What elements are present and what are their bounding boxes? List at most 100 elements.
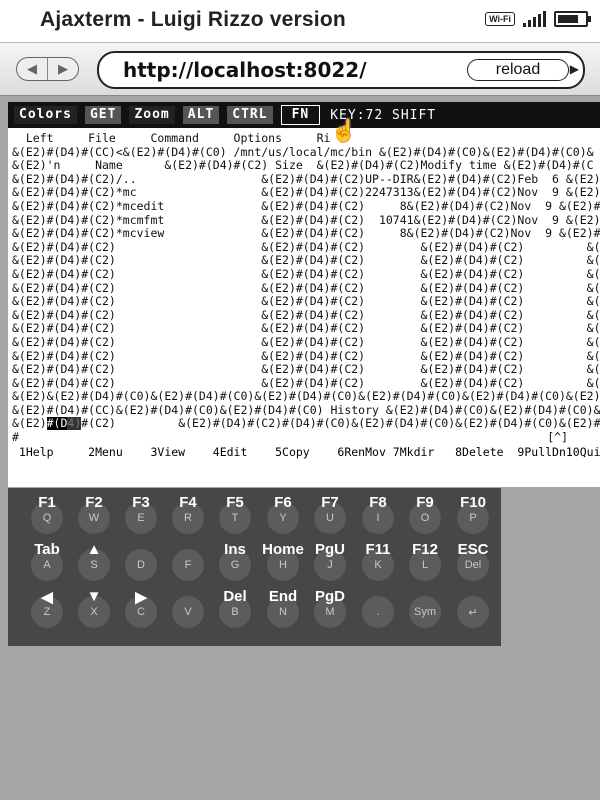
key-letter: Y [279, 512, 287, 524]
key-o[interactable]: O F9 [406, 494, 444, 534]
key-sym[interactable]: Sym [406, 588, 444, 628]
ctrl-button[interactable]: CTRL [227, 106, 273, 124]
terminal-toolbar: Colors GET Zoom ALT CTRL FN KEY:72 SHIFT [8, 102, 600, 128]
status-area: Wi-Fi [485, 11, 591, 27]
key-letter: U [326, 512, 334, 524]
url-text[interactable]: http://localhost:8022/ [123, 58, 367, 82]
key-u[interactable]: U F7 [311, 494, 349, 534]
key-a[interactable]: A Tab [28, 541, 66, 581]
terminal-line: &(E2)#(D4)#(C2) &(E2)#(D4)#(C2) &(E2)#(D… [12, 240, 600, 254]
key-letter: X [90, 606, 98, 618]
terminal-line: &(E2)#(D4)#(C2) &(E2)#(D4)#(C2) &(E2)#(D… [12, 376, 600, 390]
reload-button[interactable]: reload [467, 59, 569, 81]
shell-prompt: # [12, 431, 19, 445]
cursor-line-suffix: #(C2) &(E2)#(D4)#(C2)#(D4)#(C0)&(E2)#(D4… [81, 417, 600, 431]
key-letter: K [374, 559, 382, 571]
key-l[interactable]: L F12 [406, 541, 444, 581]
signal-strength-icon [523, 11, 546, 27]
key-k[interactable]: K F11 [359, 541, 397, 581]
terminal-line: &(E2)#(D4)#(CC)&(E2)#(D4)#(C0)&(E2)#(D4)… [12, 403, 600, 417]
key-letter: I [376, 512, 380, 524]
key-letter: F [184, 559, 192, 571]
key-e[interactable]: E F3 [122, 494, 160, 534]
battery-level [558, 15, 578, 23]
key-letter: Z [43, 606, 51, 618]
key-y[interactable]: Y F6 [264, 494, 302, 534]
key-w[interactable]: W F2 [75, 494, 113, 534]
key-c[interactable]: C ▶ [122, 588, 160, 628]
terminal[interactable]: Colors GET Zoom ALT CTRL FN KEY:72 SHIFT… [8, 102, 600, 487]
key-i[interactable]: I F8 [359, 494, 397, 534]
fn-button[interactable]: FN [280, 105, 321, 125]
key-[interactable]: ↵ [454, 588, 492, 628]
terminal-line: &(E2)#(D4)#(C2) &(E2)#(D4)#(C2) &(E2)#(D… [12, 308, 600, 322]
key-letter: G [230, 559, 240, 571]
key-function-label: ESC [457, 541, 489, 558]
terminal-line: &(E2)#(D4)#(C2) &(E2)#(D4)#(C2) &(E2)#(D… [12, 267, 600, 281]
key-letter: C [137, 606, 145, 618]
key-function-label: PgD [315, 588, 345, 605]
key-[interactable]: . [359, 588, 397, 628]
key-letter: N [279, 606, 287, 618]
key-function-label: ▲ [86, 541, 102, 558]
key-t[interactable]: T F5 [216, 494, 254, 534]
terminal-line: &(E2)#(D4)#(C2)*mcmfmt &(E2)#(D4)#(C2) 1… [12, 213, 600, 227]
key-d[interactable]: D [122, 541, 160, 581]
go-arrow-icon[interactable]: ▶ [570, 62, 579, 76]
key-letter: H [279, 559, 287, 571]
terminal-cursor-line: &(E2)#(D4)#(C2) &(E2)#(D4)#(C2)#(D4)#(C0… [8, 417, 600, 431]
app-title: Ajaxterm - Luigi Rizzo version [40, 8, 346, 31]
key-p[interactable]: P F10 [454, 494, 492, 534]
function-key-bar[interactable]: 1Help 2Menu 3View 4Edit 5Copy 6RenMov 7M… [8, 445, 600, 459]
keyboard-row: Q F1 W F2 E F3 R F4 T F5 Y F6 U F7 I F8 O F9 P F10 [8, 494, 501, 542]
forward-arrow-icon[interactable]: ▶ [47, 58, 78, 80]
key-letter: S [90, 559, 98, 571]
key-f[interactable]: F [169, 541, 207, 581]
pointer-hand-icon: ☝ [330, 118, 358, 143]
cursor-line-prefix: &(E2) [12, 417, 47, 431]
key-letter: O [420, 512, 430, 524]
terminal-line: &(E2)#(D4)#(C2)/.. &(E2)#(D4)#(C2)UP--DI… [12, 172, 600, 186]
alt-button[interactable]: ALT [182, 106, 220, 124]
key-b[interactable]: B Del [216, 588, 254, 628]
key-m[interactable]: M PgD [311, 588, 349, 628]
terminal-line: &(E2)#(D4)#(C2)*mcedit &(E2)#(D4)#(C2) 8… [12, 199, 600, 213]
key-q[interactable]: Q F1 [28, 494, 66, 534]
key-letter: B [231, 606, 239, 618]
key-z[interactable]: Z ◀ [28, 588, 66, 628]
address-bar[interactable]: http://localhost:8022/ reload ▶ [97, 51, 585, 89]
terminal-line: &(E2)#(D4)#(C2) &(E2)#(D4)#(C2) &(E2)#(D… [12, 335, 600, 349]
key-letter: J [327, 559, 333, 571]
key-r[interactable]: R F4 [169, 494, 207, 534]
terminal-line: &(E2)#(D4)#(C2) &(E2)#(D4)#(C2) &(E2)#(D… [12, 295, 600, 309]
onscreen-keyboard: Q F1 W F2 E F3 R F4 T F5 Y F6 U F7 I F8 O F9 P F10 A Tab S ▲ D F G… [8, 488, 501, 646]
terminal-screen: Left File Command Options Ri &(E2)#(D4)#(… [8, 128, 600, 417]
key-h[interactable]: H Home [262, 541, 304, 581]
key-v[interactable]: V [169, 588, 207, 628]
back-arrow-icon[interactable]: ◀ [17, 58, 47, 80]
key-letter: . [376, 606, 380, 618]
key-n[interactable]: N End [264, 588, 302, 628]
title-bar: Ajaxterm - Luigi Rizzo version Wi-Fi [0, 0, 600, 42]
key-g[interactable]: G Ins [216, 541, 254, 581]
terminal-prompt-line: # [^] [8, 431, 600, 445]
key-letter: A [43, 559, 51, 571]
terminal-line: &(E2)'n Name &(E2)#(D4)#(C2) Size &(E2)#… [12, 159, 594, 173]
zoom-button[interactable]: Zoom [129, 106, 175, 124]
cursor-highlight: #(D [46, 417, 68, 431]
key-del[interactable]: Del ESC [454, 541, 492, 581]
cursor-highlight-tail: 4) [67, 417, 82, 431]
terminal-line: &(E2)&(E2)#(D4)#(C0)&(E2)#(D4)#(C0)&(E2)… [12, 390, 600, 404]
key-letter: E [137, 512, 145, 524]
colors-button[interactable]: Colors [14, 106, 77, 124]
key-letter: Q [42, 512, 52, 524]
key-x[interactable]: X ▼ [75, 588, 113, 628]
browser-nav-bar: ◀ ▶ http://localhost:8022/ reload ▶ [0, 42, 600, 96]
terminal-line: &(E2)#(D4)#(C2) &(E2)#(D4)#(C2) &(E2)#(D… [12, 363, 600, 377]
get-button[interactable]: GET [84, 106, 122, 124]
keyboard-row: Z ◀ X ▼ C ▶ V B Del N End M PgD. Sym ↵ [8, 588, 501, 636]
key-letter: R [184, 512, 192, 524]
terminal-line: &(E2)#(D4)#(C2) &(E2)#(D4)#(C2) &(E2)#(D… [12, 254, 600, 268]
key-s[interactable]: S ▲ [75, 541, 113, 581]
key-j[interactable]: J PgU [311, 541, 349, 581]
